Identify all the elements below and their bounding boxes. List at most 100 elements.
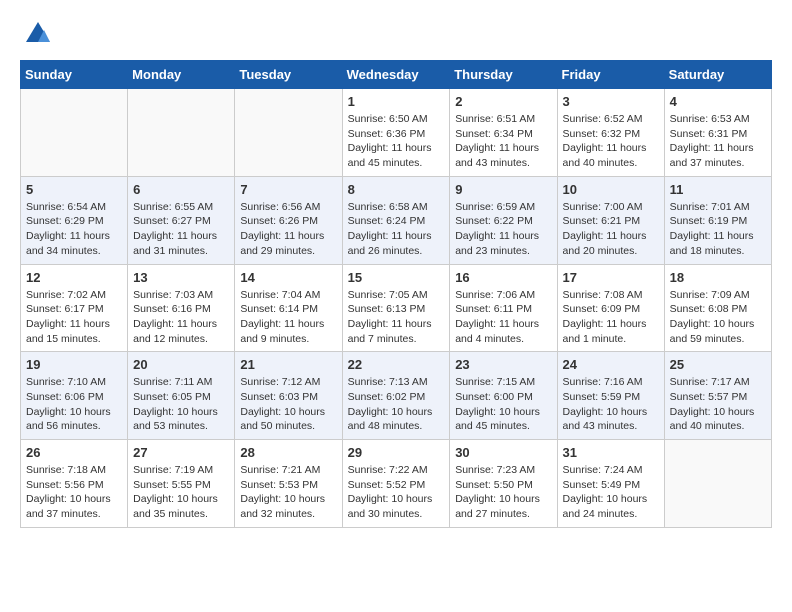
day-info: Sunrise: 7:02 AMSunset: 6:17 PMDaylight:…: [26, 288, 122, 347]
calendar-cell: 12 Sunrise: 7:02 AMSunset: 6:17 PMDayligh…: [21, 264, 128, 352]
day-number: 28: [240, 445, 336, 460]
day-info: Sunrise: 7:06 AMSunset: 6:11 PMDaylight:…: [455, 288, 551, 347]
day-info: Sunrise: 7:21 AMSunset: 5:53 PMDaylight:…: [240, 463, 336, 522]
calendar-cell: 21 Sunrise: 7:12 AMSunset: 6:03 PMDayligh…: [235, 352, 342, 440]
day-number: 2: [455, 94, 551, 109]
calendar-cell: 8 Sunrise: 6:58 AMSunset: 6:24 PMDaylight…: [342, 176, 450, 264]
day-number: 19: [26, 357, 122, 372]
day-number: 24: [563, 357, 659, 372]
day-info: Sunrise: 7:23 AMSunset: 5:50 PMDaylight:…: [455, 463, 551, 522]
calendar-cell: 13 Sunrise: 7:03 AMSunset: 6:16 PMDayligh…: [128, 264, 235, 352]
calendar-cell: 1 Sunrise: 6:50 AMSunset: 6:36 PMDaylight…: [342, 89, 450, 177]
day-info: Sunrise: 6:50 AMSunset: 6:36 PMDaylight:…: [348, 112, 445, 171]
calendar-cell: 23Sunrise: 7:15 AMSunset: 6:00 PMDayligh…: [450, 352, 557, 440]
calendar-cell: [235, 89, 342, 177]
day-info: Sunrise: 7:12 AMSunset: 6:03 PMDaylight:…: [240, 375, 336, 434]
day-number: 18: [670, 270, 766, 285]
calendar-cell: 3Sunrise: 6:52 AMSunset: 6:32 PMDaylight…: [557, 89, 664, 177]
calendar-cell: 7 Sunrise: 6:56 AMSunset: 6:26 PMDaylight…: [235, 176, 342, 264]
calendar-cell: 5 Sunrise: 6:54 AMSunset: 6:29 PMDaylight…: [21, 176, 128, 264]
calendar-cell: 28 Sunrise: 7:21 AMSunset: 5:53 PMDayligh…: [235, 440, 342, 528]
day-number: 31: [563, 445, 659, 460]
calendar-header-friday: Friday: [557, 61, 664, 89]
day-info: Sunrise: 6:53 AMSunset: 6:31 PMDaylight:…: [670, 112, 766, 171]
calendar-cell: 17 Sunrise: 7:08 AMSunset: 6:09 PMDayligh…: [557, 264, 664, 352]
calendar-header-row: SundayMondayTuesdayWednesdayThursdayFrid…: [21, 61, 772, 89]
day-number: 1: [348, 94, 445, 109]
day-info: Sunrise: 7:01 AMSunset: 6:19 PMDaylight:…: [670, 200, 766, 259]
day-info: Sunrise: 7:16 AMSunset: 5:59 PMDaylight:…: [563, 375, 659, 434]
day-info: Sunrise: 7:10 AMSunset: 6:06 PMDaylight:…: [26, 375, 122, 434]
day-info: Sunrise: 6:59 AMSunset: 6:22 PMDaylight:…: [455, 200, 551, 259]
day-info: Sunrise: 6:52 AMSunset: 6:32 PMDaylight:…: [563, 112, 659, 171]
day-info: Sunrise: 7:05 AMSunset: 6:13 PMDaylight:…: [348, 288, 445, 347]
day-number: 21: [240, 357, 336, 372]
day-info: Sunrise: 7:08 AMSunset: 6:09 PMDaylight:…: [563, 288, 659, 347]
day-info: Sunrise: 7:15 AMSunset: 6:00 PMDaylight:…: [455, 375, 551, 434]
calendar-header-saturday: Saturday: [664, 61, 771, 89]
day-info: Sunrise: 6:56 AMSunset: 6:26 PMDaylight:…: [240, 200, 336, 259]
day-info: Sunrise: 6:58 AMSunset: 6:24 PMDaylight:…: [348, 200, 445, 259]
calendar-cell: 24 Sunrise: 7:16 AMSunset: 5:59 PMDayligh…: [557, 352, 664, 440]
day-number: 10: [563, 182, 659, 197]
calendar-header-monday: Monday: [128, 61, 235, 89]
day-number: 17: [563, 270, 659, 285]
day-number: 9: [455, 182, 551, 197]
calendar-cell: 16Sunrise: 7:06 AMSunset: 6:11 PMDayligh…: [450, 264, 557, 352]
logo-icon: [24, 20, 52, 48]
calendar-table: SundayMondayTuesdayWednesdayThursdayFrid…: [20, 60, 772, 528]
calendar-week-row: 26Sunrise: 7:18 AMSunset: 5:56 PMDayligh…: [21, 440, 772, 528]
calendar-cell: 6 Sunrise: 6:55 AMSunset: 6:27 PMDaylight…: [128, 176, 235, 264]
calendar-cell: 9 Sunrise: 6:59 AMSunset: 6:22 PMDaylight…: [450, 176, 557, 264]
calendar-cell: 10 Sunrise: 7:00 AMSunset: 6:21 PMDayligh…: [557, 176, 664, 264]
day-number: 20: [133, 357, 229, 372]
day-number: 30: [455, 445, 551, 460]
logo: [20, 20, 52, 44]
calendar-cell: 15Sunrise: 7:05 AMSunset: 6:13 PMDayligh…: [342, 264, 450, 352]
day-info: Sunrise: 7:11 AMSunset: 6:05 PMDaylight:…: [133, 375, 229, 434]
calendar-header-wednesday: Wednesday: [342, 61, 450, 89]
day-number: 27: [133, 445, 229, 460]
day-info: Sunrise: 7:19 AMSunset: 5:55 PMDaylight:…: [133, 463, 229, 522]
day-number: 5: [26, 182, 122, 197]
day-info: Sunrise: 7:18 AMSunset: 5:56 PMDaylight:…: [26, 463, 122, 522]
calendar-cell: 20 Sunrise: 7:11 AMSunset: 6:05 PMDayligh…: [128, 352, 235, 440]
calendar-week-row: 19 Sunrise: 7:10 AMSunset: 6:06 PMDayligh…: [21, 352, 772, 440]
day-number: 12: [26, 270, 122, 285]
calendar-cell: 19 Sunrise: 7:10 AMSunset: 6:06 PMDayligh…: [21, 352, 128, 440]
calendar-cell: 26Sunrise: 7:18 AMSunset: 5:56 PMDayligh…: [21, 440, 128, 528]
calendar-week-row: 1 Sunrise: 6:50 AMSunset: 6:36 PMDaylight…: [21, 89, 772, 177]
calendar-week-row: 5 Sunrise: 6:54 AMSunset: 6:29 PMDaylight…: [21, 176, 772, 264]
day-info: Sunrise: 7:09 AMSunset: 6:08 PMDaylight:…: [670, 288, 766, 347]
day-number: 7: [240, 182, 336, 197]
calendar-cell: 14Sunrise: 7:04 AMSunset: 6:14 PMDayligh…: [235, 264, 342, 352]
calendar-cell: 27 Sunrise: 7:19 AMSunset: 5:55 PMDayligh…: [128, 440, 235, 528]
calendar-cell: 2 Sunrise: 6:51 AMSunset: 6:34 PMDaylight…: [450, 89, 557, 177]
day-number: 8: [348, 182, 445, 197]
calendar-cell: 25 Sunrise: 7:17 AMSunset: 5:57 PMDayligh…: [664, 352, 771, 440]
calendar-cell: 18 Sunrise: 7:09 AMSunset: 6:08 PMDayligh…: [664, 264, 771, 352]
day-number: 13: [133, 270, 229, 285]
day-info: Sunrise: 6:51 AMSunset: 6:34 PMDaylight:…: [455, 112, 551, 171]
day-number: 14: [240, 270, 336, 285]
day-info: Sunrise: 7:17 AMSunset: 5:57 PMDaylight:…: [670, 375, 766, 434]
day-number: 6: [133, 182, 229, 197]
day-number: 29: [348, 445, 445, 460]
page-header: [20, 20, 772, 44]
calendar-cell: [21, 89, 128, 177]
day-info: Sunrise: 6:54 AMSunset: 6:29 PMDaylight:…: [26, 200, 122, 259]
day-info: Sunrise: 7:13 AMSunset: 6:02 PMDaylight:…: [348, 375, 445, 434]
calendar-cell: 22Sunrise: 7:13 AMSunset: 6:02 PMDayligh…: [342, 352, 450, 440]
day-number: 25: [670, 357, 766, 372]
calendar-week-row: 12 Sunrise: 7:02 AMSunset: 6:17 PMDayligh…: [21, 264, 772, 352]
calendar-header-tuesday: Tuesday: [235, 61, 342, 89]
day-info: Sunrise: 7:00 AMSunset: 6:21 PMDaylight:…: [563, 200, 659, 259]
day-info: Sunrise: 6:55 AMSunset: 6:27 PMDaylight:…: [133, 200, 229, 259]
day-info: Sunrise: 7:24 AMSunset: 5:49 PMDaylight:…: [563, 463, 659, 522]
day-info: Sunrise: 7:03 AMSunset: 6:16 PMDaylight:…: [133, 288, 229, 347]
calendar-header-thursday: Thursday: [450, 61, 557, 89]
calendar-cell: 29Sunrise: 7:22 AMSunset: 5:52 PMDayligh…: [342, 440, 450, 528]
day-number: 4: [670, 94, 766, 109]
calendar-cell: [128, 89, 235, 177]
calendar-cell: 31 Sunrise: 7:24 AMSunset: 5:49 PMDayligh…: [557, 440, 664, 528]
